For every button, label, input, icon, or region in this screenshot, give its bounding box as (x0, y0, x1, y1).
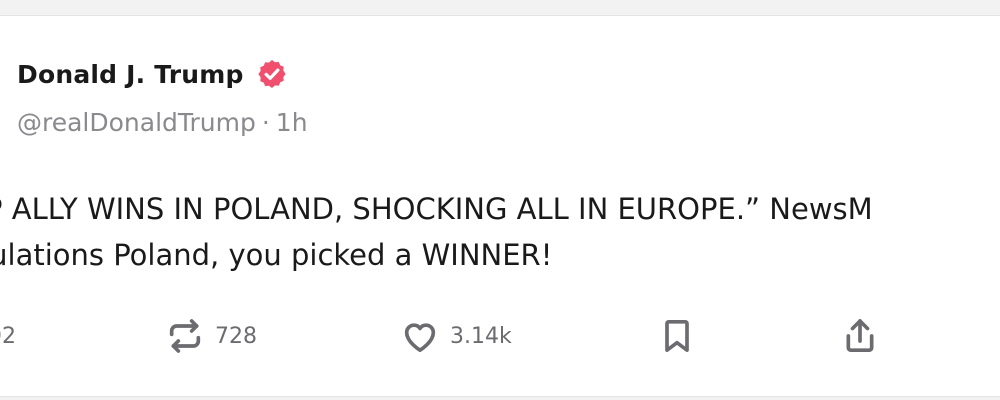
bookmark-icon (665, 320, 689, 352)
repost-button[interactable]: 728 (165, 306, 257, 366)
post-time[interactable]: 1h (276, 108, 308, 137)
repost-icon (169, 319, 201, 353)
post-text-line-1: MP ALLY WINS IN POLAND, SHOCKING ALL IN … (0, 192, 873, 226)
share-icon (846, 319, 874, 352)
post-card[interactable]: Donald J. Trump @realDonaldTrump · 1h MP A… (0, 15, 1000, 397)
verified-badge-icon (256, 58, 288, 90)
post-text: MP ALLY WINS IN POLAND, SHOCKING ALL IN … (0, 186, 1000, 278)
repost-count: 728 (215, 323, 257, 349)
author-row: Donald J. Trump (17, 58, 288, 90)
bookmark-button[interactable] (657, 306, 697, 366)
separator-dot: · (261, 108, 270, 137)
heart-icon (404, 323, 436, 352)
reply-button[interactable]: 92 (0, 306, 16, 366)
share-button[interactable] (840, 306, 880, 366)
like-count: 3.14k (450, 323, 512, 349)
like-button[interactable]: 3.14k (400, 306, 512, 366)
action-bar: 92 728 3.14k (0, 306, 1000, 366)
author-handle[interactable]: @realDonaldTrump (17, 108, 256, 137)
author-name[interactable]: Donald J. Trump (17, 60, 244, 89)
post-text-line-2: atulations Poland, you picked a WINNER! (0, 238, 553, 272)
reply-count: 92 (0, 323, 16, 349)
handle-row: @realDonaldTrump · 1h (17, 108, 308, 137)
